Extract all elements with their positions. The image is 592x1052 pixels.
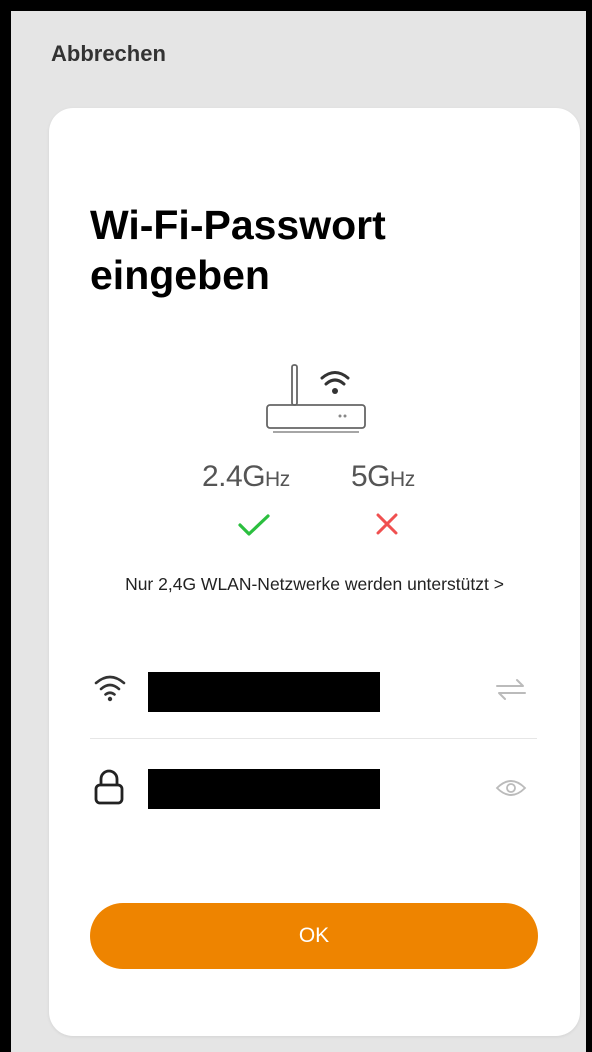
lock-icon xyxy=(94,769,124,805)
ok-button[interactable]: OK xyxy=(90,903,538,969)
swap-arrows-icon[interactable] xyxy=(495,678,527,700)
cancel-button[interactable]: Abbrechen xyxy=(51,41,166,67)
wifi-icon xyxy=(94,675,126,702)
supported-networks-link[interactable]: Nur 2,4G WLAN-Netzwerke werden unterstüt… xyxy=(49,574,580,595)
band-5ghz-label: 5GHz xyxy=(351,460,415,493)
wifi-name-input[interactable] xyxy=(148,672,380,712)
page-title: Wi-Fi-Passwort eingeben xyxy=(90,202,386,298)
screen-frame: Abbrechen Wi-Fi-Passwort eingeben 2.4GHz… xyxy=(0,0,592,1052)
band-2-4ghz-label: 2.4GHz xyxy=(202,460,290,493)
router-icon xyxy=(266,364,366,433)
eye-icon[interactable] xyxy=(495,777,527,799)
password-input[interactable] xyxy=(148,769,380,809)
cross-icon xyxy=(376,513,398,535)
wifi-password-card: Wi-Fi-Passwort eingeben 2.4GHz 5GHz Nur … xyxy=(49,108,580,1036)
field-divider xyxy=(90,738,537,739)
chevron-right-icon: > xyxy=(493,574,504,594)
check-icon xyxy=(238,514,270,536)
